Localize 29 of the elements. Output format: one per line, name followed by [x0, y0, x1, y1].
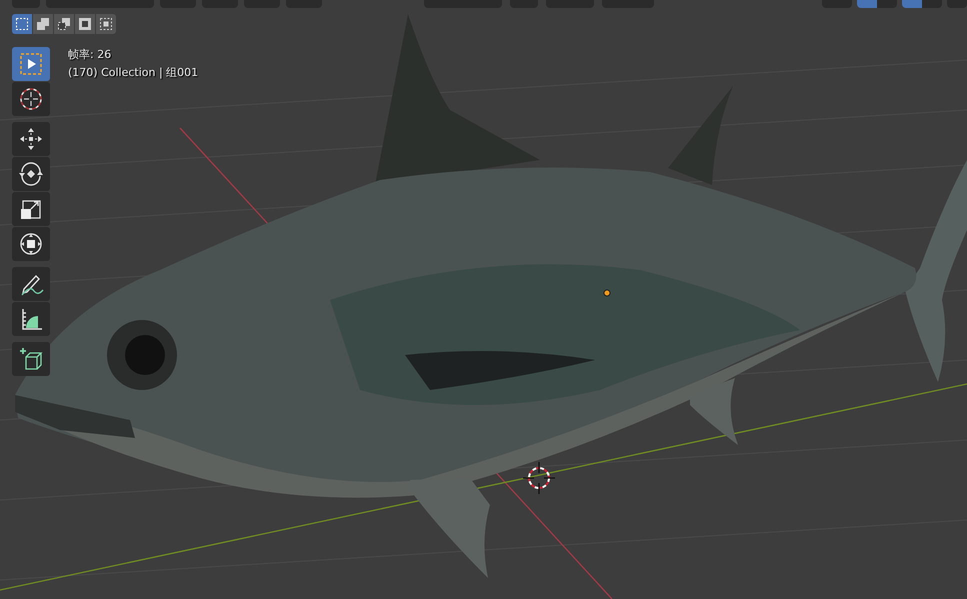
selection-mode-button[interactable] [12, 14, 32, 34]
crosshair-icon [18, 86, 44, 112]
rotate-tool-button[interactable] [12, 157, 50, 191]
scale-tool-button[interactable] [12, 192, 50, 226]
intersect-square-icon [99, 17, 113, 31]
object-origin-icon [604, 290, 610, 296]
cursor-tool-button[interactable] [12, 82, 50, 116]
measure-tool-button[interactable] [12, 302, 50, 336]
subtract-squares-icon [57, 17, 71, 31]
select-box-icon [18, 51, 44, 77]
overlapping-squares-icon [36, 17, 50, 31]
invert-square-icon [78, 17, 92, 31]
add-cube-tool-button[interactable] [12, 342, 50, 376]
select-tool-button[interactable] [12, 47, 50, 81]
3d-cursor-icon [522, 461, 556, 495]
selection-mode-button[interactable] [54, 14, 74, 34]
transform-icon [18, 231, 44, 257]
dashed-square-icon [15, 17, 29, 31]
frame-rate-text: 帧率: 26 [68, 47, 112, 63]
rotate-icon [18, 161, 44, 187]
move-arrows-icon [18, 126, 44, 152]
selection-mode-button[interactable] [96, 14, 116, 34]
annotate-tool-button[interactable] [12, 267, 50, 301]
selection-mode-button[interactable] [33, 14, 53, 34]
add-cube-icon [18, 346, 44, 372]
object-info-text: (170) Collection | 组001 [68, 65, 198, 81]
move-tool-button[interactable] [12, 122, 50, 156]
selection-mode-button[interactable] [75, 14, 95, 34]
transform-tool-button[interactable] [12, 227, 50, 261]
